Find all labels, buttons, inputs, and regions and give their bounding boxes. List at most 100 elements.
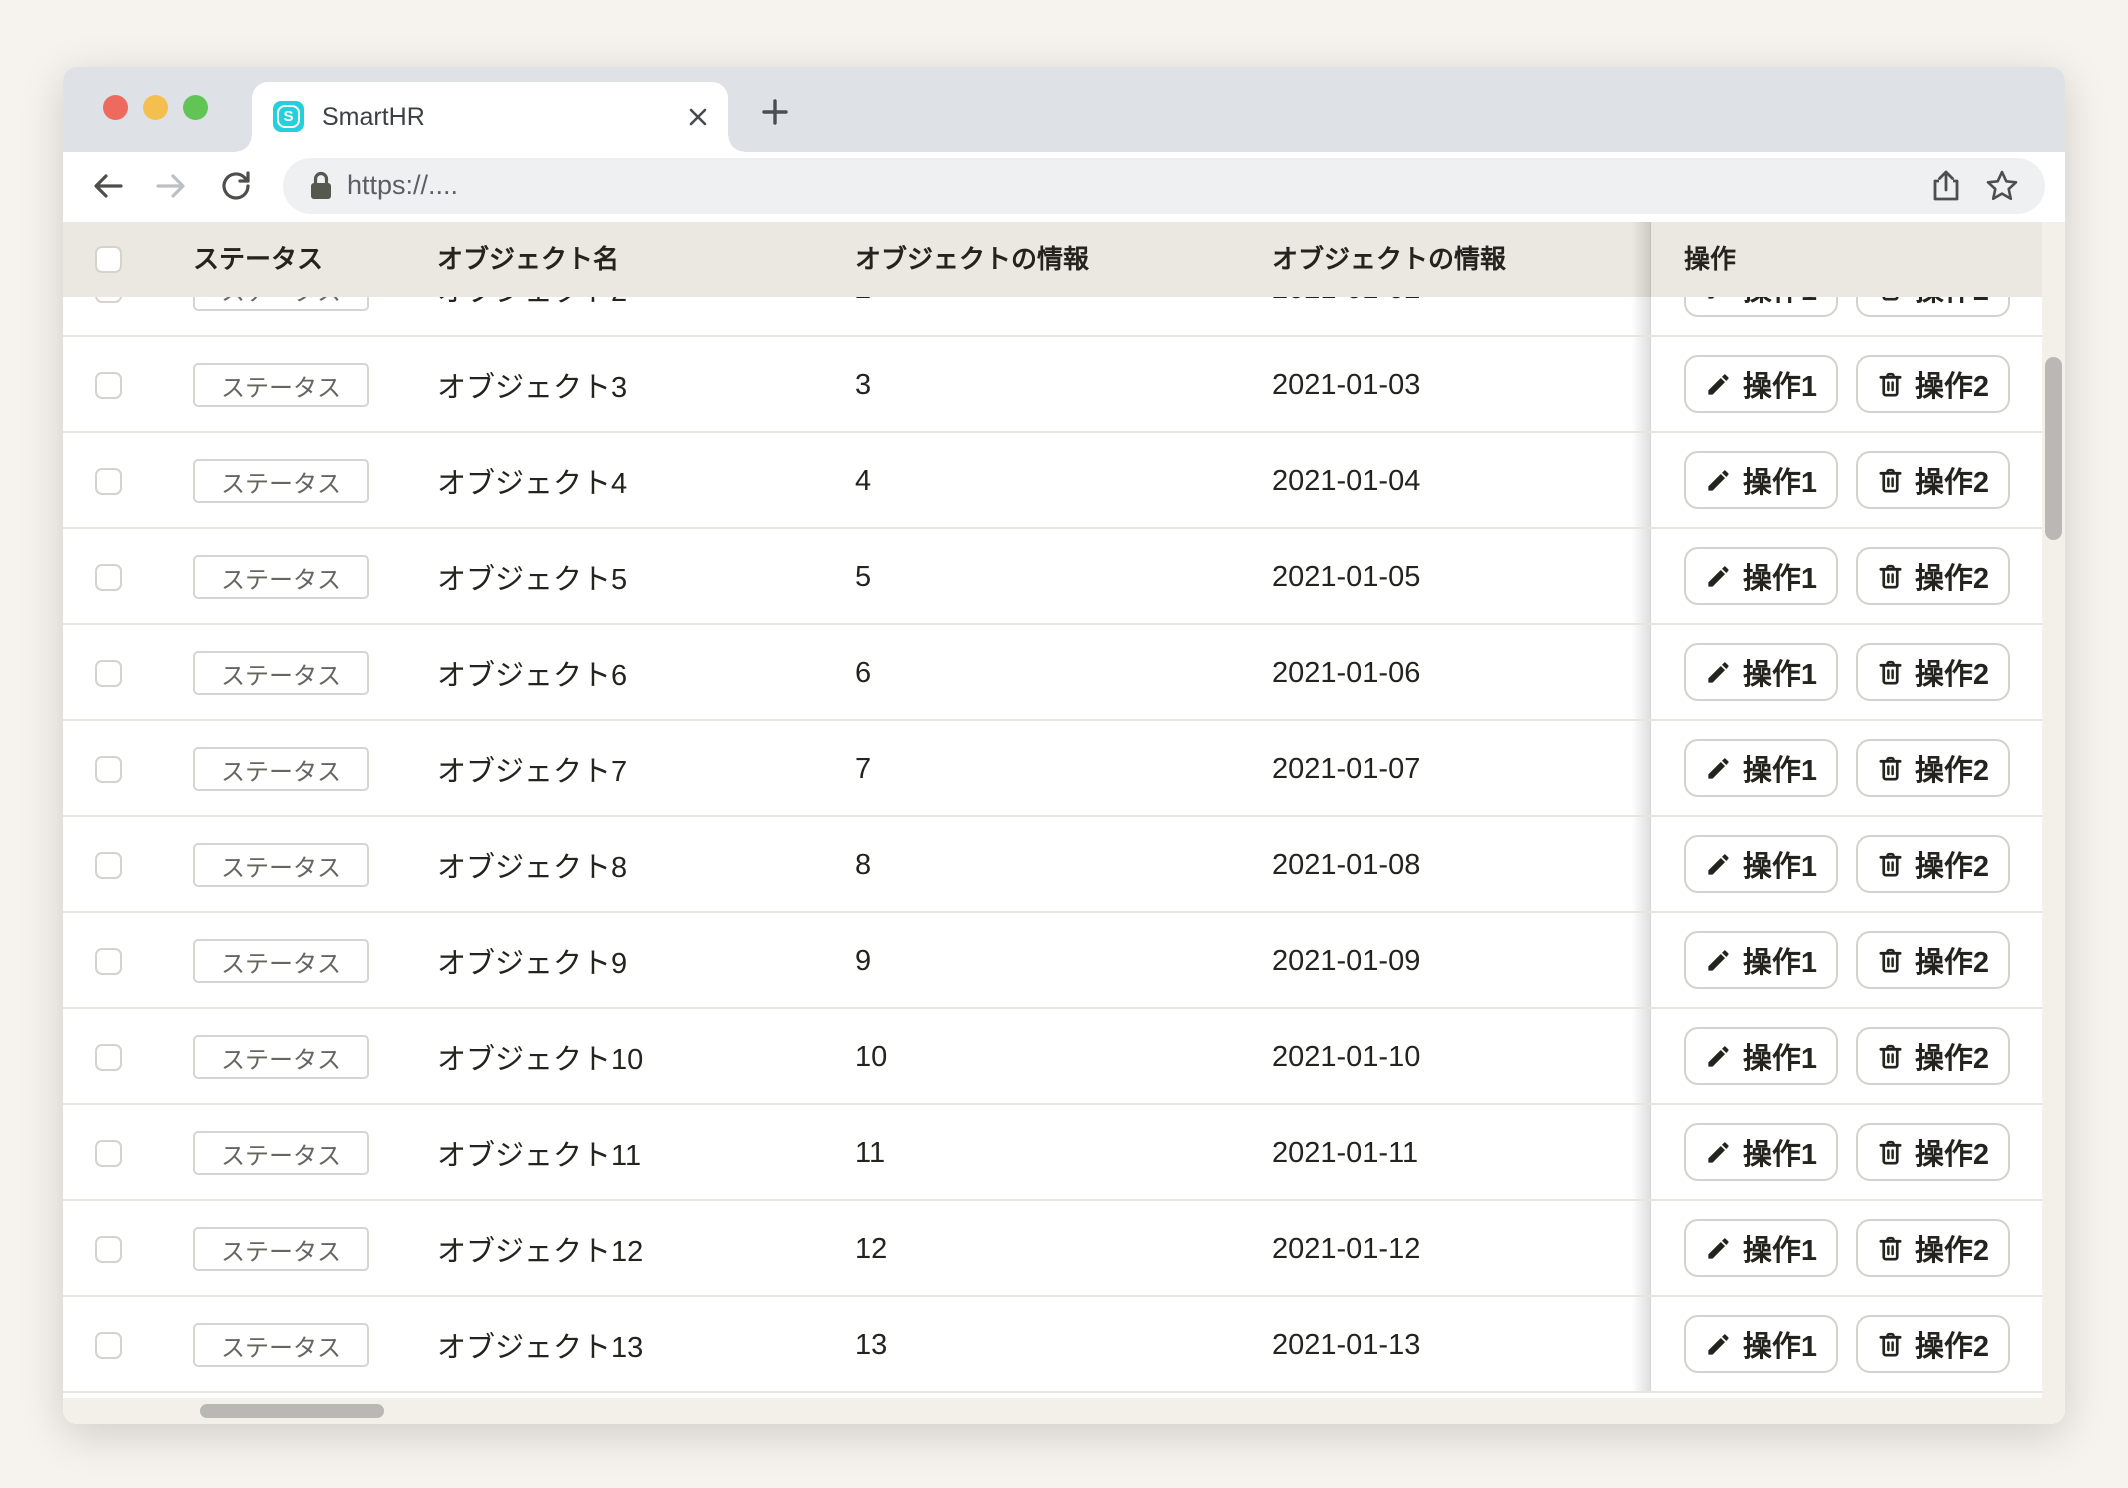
status-badge: ステータス bbox=[193, 1035, 369, 1079]
trash-icon bbox=[1877, 1043, 1904, 1070]
row-checkbox[interactable] bbox=[95, 852, 122, 879]
row-checkbox[interactable] bbox=[95, 1332, 122, 1359]
trash-icon bbox=[1877, 563, 1904, 590]
row-checkbox[interactable] bbox=[95, 1236, 122, 1263]
action1-button[interactable]: 操作1 bbox=[1684, 1219, 1838, 1277]
pinned-actions-cell: 操作1 操作2 bbox=[1650, 625, 2042, 719]
action2-button[interactable]: 操作2 bbox=[1856, 739, 2010, 797]
table-row: ステータス オブジェクト10 10 2021-01-10 操作1 操作2 bbox=[63, 1009, 2042, 1105]
pencil-icon bbox=[1705, 297, 1732, 302]
action2-button[interactable]: 操作2 bbox=[1856, 451, 2010, 509]
trash-icon bbox=[1877, 1139, 1904, 1166]
action2-button[interactable]: 操作2 bbox=[1856, 931, 2010, 989]
table-row: ステータス オブジェクト8 8 2021-01-08 操作1 操作2 bbox=[63, 817, 2042, 913]
column-header-info1: オブジェクトの情報 bbox=[855, 222, 1089, 297]
action1-button[interactable]: 操作1 bbox=[1684, 547, 1838, 605]
address-bar[interactable]: https://.... bbox=[283, 158, 2045, 214]
object-info2-cell: 2021-01-03 bbox=[1272, 337, 1420, 433]
action2-button[interactable]: 操作2 bbox=[1856, 643, 2010, 701]
status-badge: ステータス bbox=[193, 843, 369, 887]
action1-button[interactable]: 操作1 bbox=[1684, 835, 1838, 893]
forward-button[interactable] bbox=[152, 167, 190, 205]
row-checkbox[interactable] bbox=[95, 1140, 122, 1167]
object-info1-cell: 12 bbox=[855, 1201, 887, 1297]
horizontal-scrollbar[interactable] bbox=[63, 1398, 2065, 1424]
action1-button[interactable]: 操作1 bbox=[1684, 451, 1838, 509]
pencil-icon bbox=[1705, 947, 1732, 974]
status-badge: ステータス bbox=[193, 1227, 369, 1271]
action2-button[interactable]: 操作2 bbox=[1856, 297, 2010, 317]
window-close-button[interactable] bbox=[103, 95, 128, 120]
action1-button[interactable]: 操作1 bbox=[1684, 297, 1838, 317]
row-checkbox[interactable] bbox=[95, 372, 122, 399]
vertical-scrollbar[interactable] bbox=[2042, 222, 2065, 1398]
action2-button[interactable]: 操作2 bbox=[1856, 1123, 2010, 1181]
status-badge: ステータス bbox=[193, 297, 369, 311]
object-info2-cell: 2021-01-06 bbox=[1272, 625, 1420, 721]
row-checkbox[interactable] bbox=[95, 564, 122, 591]
object-info1-cell: 11 bbox=[855, 1105, 885, 1201]
table-header: ステータス オブジェクト名 オブジェクトの情報 オブジェクトの情報 操作 bbox=[63, 222, 2042, 297]
action2-button[interactable]: 操作2 bbox=[1856, 1315, 2010, 1373]
action2-button[interactable]: 操作2 bbox=[1856, 1219, 2010, 1277]
tab-close-button[interactable] bbox=[684, 103, 712, 131]
action1-button[interactable]: 操作1 bbox=[1684, 931, 1838, 989]
action2-button[interactable]: 操作2 bbox=[1856, 1027, 2010, 1085]
object-info2-cell: 2021-01-02 bbox=[1272, 297, 1420, 337]
action2-button[interactable]: 操作2 bbox=[1856, 355, 2010, 413]
share-icon bbox=[1930, 169, 1962, 203]
table-row: ステータス オブジェクト2 2 2021-01-02 操作1 操作2 bbox=[63, 297, 2042, 337]
row-checkbox[interactable] bbox=[95, 297, 122, 303]
object-info2-cell: 2021-01-07 bbox=[1272, 721, 1420, 817]
object-name-cell: オブジェクト3 bbox=[437, 337, 627, 433]
tab-title: SmartHR bbox=[322, 82, 425, 152]
trash-icon bbox=[1877, 371, 1904, 398]
back-button[interactable] bbox=[89, 167, 127, 205]
smarthr-logo-icon: S bbox=[273, 101, 304, 132]
action1-button[interactable]: 操作1 bbox=[1684, 1123, 1838, 1181]
pencil-icon bbox=[1705, 851, 1732, 878]
browser-tab-smarthr[interactable]: S SmartHR bbox=[252, 82, 728, 152]
bookmark-button[interactable] bbox=[1985, 169, 2019, 203]
action2-button[interactable]: 操作2 bbox=[1856, 835, 2010, 893]
row-checkbox[interactable] bbox=[95, 948, 122, 975]
row-checkbox[interactable] bbox=[95, 660, 122, 687]
object-info2-cell: 2021-01-08 bbox=[1272, 817, 1420, 913]
new-tab-button[interactable] bbox=[757, 94, 793, 130]
status-badge: ステータス bbox=[193, 1131, 369, 1175]
action1-button[interactable]: 操作1 bbox=[1684, 643, 1838, 701]
horizontal-scrollbar-thumb[interactable] bbox=[200, 1404, 384, 1418]
pinned-actions-cell: 操作1 操作2 bbox=[1650, 1297, 2042, 1391]
pinned-actions-cell: 操作1 操作2 bbox=[1650, 817, 2042, 911]
action1-button[interactable]: 操作1 bbox=[1684, 1027, 1838, 1085]
object-name-cell: オブジェクト6 bbox=[437, 625, 627, 721]
object-info2-cell: 2021-01-12 bbox=[1272, 1201, 1420, 1297]
action2-button[interactable]: 操作2 bbox=[1856, 547, 2010, 605]
vertical-scrollbar-thumb[interactable] bbox=[2045, 357, 2062, 540]
object-info1-cell: 10 bbox=[855, 1009, 887, 1105]
pencil-icon bbox=[1705, 1331, 1732, 1358]
row-checkbox[interactable] bbox=[95, 1044, 122, 1071]
action1-button[interactable]: 操作1 bbox=[1684, 739, 1838, 797]
row-checkbox[interactable] bbox=[95, 756, 122, 783]
pencil-icon bbox=[1705, 1139, 1732, 1166]
window-maximize-button[interactable] bbox=[183, 95, 208, 120]
table-rows: ステータス オブジェクト2 2 2021-01-02 操作1 操作2 bbox=[63, 297, 2042, 1393]
column-header-info2: オブジェクトの情報 bbox=[1272, 222, 1506, 297]
reload-button[interactable] bbox=[217, 167, 255, 205]
pinned-actions-cell: 操作1 操作2 bbox=[1650, 913, 2042, 1007]
column-header-actions: 操作 bbox=[1684, 222, 1736, 297]
window-minimize-button[interactable] bbox=[143, 95, 168, 120]
row-checkbox[interactable] bbox=[95, 468, 122, 495]
arrow-left-icon bbox=[90, 168, 126, 204]
action1-button[interactable]: 操作1 bbox=[1684, 1315, 1838, 1373]
trash-icon bbox=[1877, 297, 1904, 302]
object-name-cell: オブジェクト5 bbox=[437, 529, 627, 625]
select-all-checkbox[interactable] bbox=[95, 246, 122, 273]
object-info1-cell: 5 bbox=[855, 529, 871, 625]
action1-button[interactable]: 操作1 bbox=[1684, 355, 1838, 413]
table-row: ステータス オブジェクト7 7 2021-01-07 操作1 操作2 bbox=[63, 721, 2042, 817]
object-info2-cell: 2021-01-09 bbox=[1272, 913, 1420, 1009]
object-name-cell: オブジェクト10 bbox=[437, 1009, 643, 1105]
share-button[interactable] bbox=[1929, 169, 1963, 203]
